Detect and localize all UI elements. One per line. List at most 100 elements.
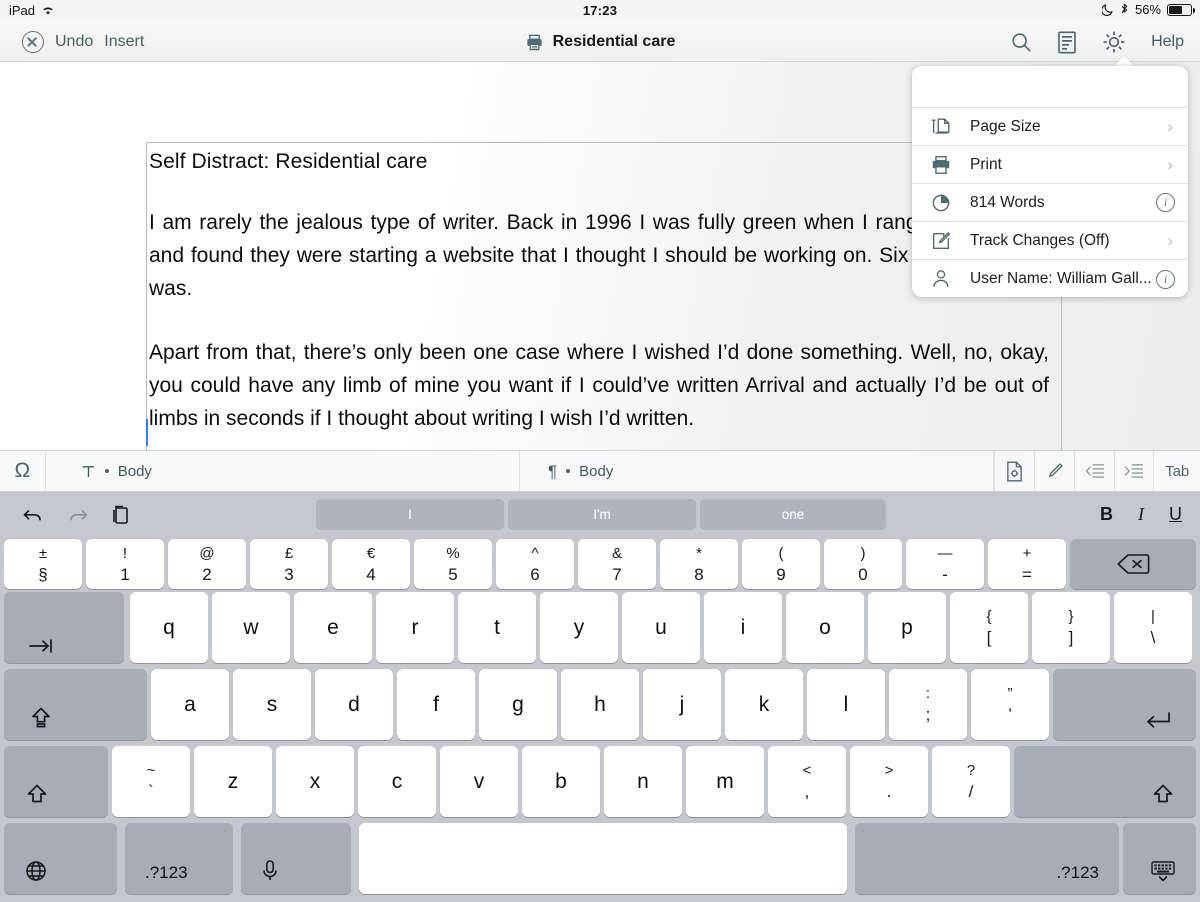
key-2[interactable]: @2: [168, 539, 246, 589]
menu-item-word-count[interactable]: 814 Words i: [912, 184, 1188, 222]
key-z[interactable]: z: [194, 746, 272, 817]
key-dictation[interactable]: [241, 823, 351, 894]
key-p[interactable]: p: [868, 592, 946, 663]
key-base-glyph: /: [968, 782, 974, 801]
info-icon[interactable]: i: [1156, 193, 1175, 212]
key-y[interactable]: y: [540, 592, 618, 663]
key-n[interactable]: n: [604, 746, 682, 817]
key-numeric-right[interactable]: .?123: [855, 823, 1119, 894]
key-caps-lock[interactable]: [4, 669, 147, 740]
key-numeric-left[interactable]: .?123: [125, 823, 233, 894]
key-space[interactable]: [359, 823, 847, 894]
outdent-icon[interactable]: [1075, 451, 1115, 491]
menu-item-page-size[interactable]: Page Size ›: [912, 108, 1188, 146]
key-6[interactable]: ^ 6: [496, 539, 574, 589]
page-size-icon: [930, 116, 970, 138]
help-button[interactable]: Help: [1151, 33, 1184, 51]
prediction-candidate[interactable]: I: [316, 499, 504, 530]
key-,[interactable]: <,: [768, 746, 846, 817]
key-shift-glyph: {: [986, 608, 992, 625]
undo-icon[interactable]: [22, 506, 44, 524]
prediction-candidate[interactable]: I'm: [508, 499, 696, 530]
key-5[interactable]: % 5: [414, 539, 492, 589]
key-shift-glyph: &: [611, 544, 622, 562]
key-delete[interactable]: [1070, 539, 1196, 589]
key-/[interactable]: ? /: [932, 746, 1010, 817]
key-=[interactable]: + =: [988, 539, 1066, 589]
key-hide-keyboard[interactable]: [1123, 823, 1196, 894]
document-outline-icon[interactable]: [1057, 30, 1077, 54]
key-base-glyph: .: [886, 782, 892, 801]
search-icon[interactable]: [1010, 31, 1032, 53]
key-][interactable]: }]: [1032, 592, 1110, 663]
menu-item-user-name[interactable]: User Name: William Gall... i: [912, 260, 1188, 297]
key-8[interactable]: * 8: [660, 539, 738, 589]
tab-button[interactable]: Tab: [1154, 451, 1200, 491]
key-shift-glyph: |: [1151, 608, 1155, 625]
key-base-glyph: ]: [1068, 628, 1074, 647]
underline-button[interactable]: U: [1169, 504, 1182, 525]
key-tab[interactable]: [4, 592, 124, 663]
key-;[interactable]: :;: [889, 669, 967, 740]
indent-icon[interactable]: [1115, 451, 1155, 491]
key-[[interactable]: {[: [950, 592, 1028, 663]
menu-item-track-changes[interactable]: Track Changes (Off) ›: [912, 222, 1188, 260]
key-j[interactable]: j: [643, 669, 721, 740]
key-a[interactable]: a: [151, 669, 229, 740]
key-w[interactable]: w: [212, 592, 290, 663]
key-f[interactable]: f: [397, 669, 475, 740]
menu-item-print[interactable]: Print ›: [912, 146, 1188, 184]
prediction-candidate[interactable]: one: [700, 499, 886, 530]
key-k[interactable]: k: [725, 669, 803, 740]
key-c[interactable]: c: [358, 746, 436, 817]
italic-button[interactable]: I: [1138, 504, 1144, 525]
key-g[interactable]: g: [479, 669, 557, 740]
key-’[interactable]: ”’: [971, 669, 1049, 740]
redo-icon[interactable]: [67, 506, 89, 524]
key-3[interactable]: £3: [250, 539, 328, 589]
highlighter-icon[interactable]: [1035, 451, 1075, 491]
style-dot-icon: [566, 469, 571, 473]
key-§[interactable]: ± §: [4, 539, 82, 589]
key--[interactable]: — -: [906, 539, 984, 589]
key-\[interactable]: | \: [1114, 592, 1192, 663]
document-settings-icon[interactable]: [995, 451, 1035, 491]
key-t[interactable]: t: [458, 592, 536, 663]
bold-button[interactable]: B: [1100, 504, 1113, 525]
key-v[interactable]: v: [440, 746, 518, 817]
key-h[interactable]: h: [561, 669, 639, 740]
key-backtick[interactable]: ~ `: [112, 746, 190, 817]
keyboard-row-numbers: ± §! 1 @2 £3 €4% 5 ^ 6 & 7 * 8(9) 0— - + =: [0, 537, 1200, 590]
gear-icon[interactable]: [1102, 30, 1126, 54]
key-x[interactable]: x: [276, 746, 354, 817]
key-return[interactable]: [1053, 669, 1196, 740]
key-i[interactable]: i: [704, 592, 782, 663]
key-l[interactable]: l: [807, 669, 885, 740]
key-shift-right[interactable]: [1014, 746, 1196, 817]
key-d[interactable]: d: [315, 669, 393, 740]
key-b[interactable]: b: [522, 746, 600, 817]
key-q[interactable]: q: [130, 592, 208, 663]
key-o[interactable]: o: [786, 592, 864, 663]
omega-symbol-icon[interactable]: Ω: [0, 451, 46, 491]
key-0[interactable]: ) 0: [824, 539, 902, 589]
key-7[interactable]: & 7: [578, 539, 656, 589]
info-icon[interactable]: i: [1156, 269, 1175, 289]
key-.[interactable]: >.: [850, 746, 928, 817]
pilcrow-icon: ¶: [548, 461, 558, 481]
key-e[interactable]: e: [294, 592, 372, 663]
paste-icon[interactable]: [112, 505, 130, 525]
key-r[interactable]: r: [376, 592, 454, 663]
paragraph-style-selector[interactable]: ¶ Body: [520, 451, 995, 491]
key-base-glyph: 8: [694, 564, 704, 584]
key-s[interactable]: s: [233, 669, 311, 740]
key-1[interactable]: ! 1: [86, 539, 164, 589]
globe-icon: [26, 861, 46, 881]
key-9[interactable]: (9: [742, 539, 820, 589]
character-style-selector[interactable]: Body: [46, 451, 520, 491]
key-4[interactable]: €4: [332, 539, 410, 589]
key-shift-left[interactable]: [4, 746, 108, 817]
key-u[interactable]: u: [622, 592, 700, 663]
key-globe[interactable]: [4, 823, 117, 894]
key-m[interactable]: m: [686, 746, 764, 817]
